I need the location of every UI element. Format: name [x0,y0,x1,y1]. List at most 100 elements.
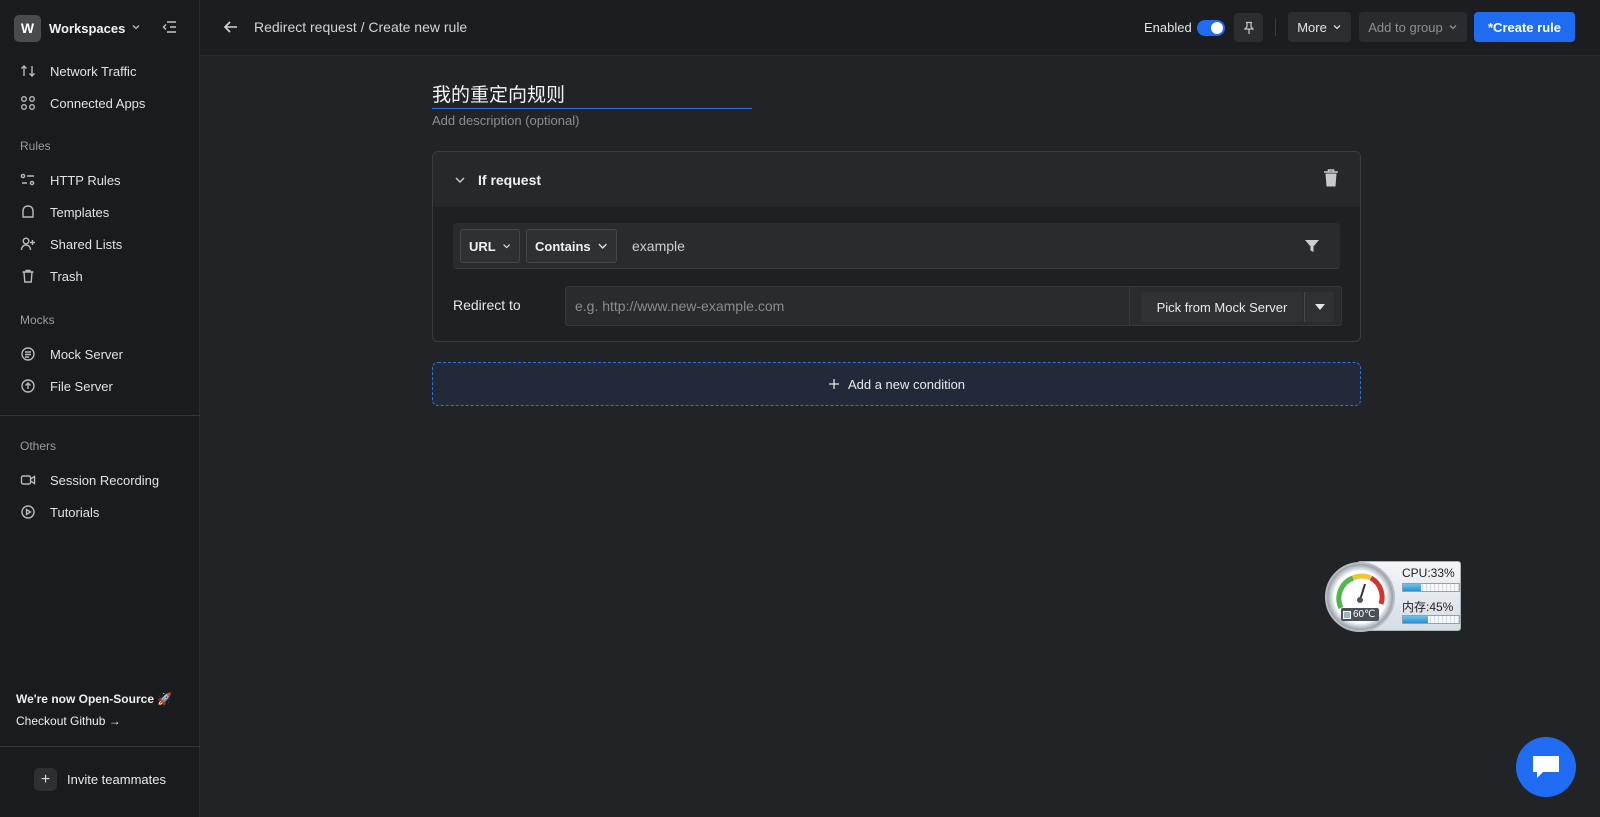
sidebar-item-tutorials[interactable]: Tutorials [20,501,99,523]
condition-card-header[interactable]: If request [433,152,1360,207]
sidebar-divider [0,415,200,416]
redirect-label: Redirect to [453,297,521,313]
plus-icon: + [34,768,57,791]
sidebar-item-label: Mock Server [50,346,123,362]
memory-bar-fill [1403,616,1429,623]
caret-down-icon [1314,304,1325,310]
breadcrumb: Redirect request / Create new rule [254,19,468,35]
templates-icon [22,205,34,218]
sidebar-item-label: Trash [50,268,83,284]
match-operator-select[interactable]: Contains [526,229,617,263]
chip-icon [1343,610,1351,619]
user-plus-icon [20,237,35,251]
invite-teammates-button[interactable]: + Invite teammates [34,768,166,791]
rule-description-input[interactable]: Add description (optional) [432,113,579,128]
add-to-group-button[interactable]: Add to group [1359,12,1467,42]
sidebar-item-shared-lists[interactable]: Shared Lists [20,233,122,255]
sidebar-item-connected-apps[interactable]: Connected Apps [20,92,145,114]
sidebar-item-label: File Server [50,378,113,394]
section-title-mocks: Mocks [20,313,55,327]
section-title-rules: Rules [20,139,51,153]
redirect-url-input[interactable]: e.g. http://www.new-example.com [565,286,1130,326]
condition-card: If request URL Contains example Redirect… [432,151,1361,342]
chevron-down-icon [1333,25,1341,30]
workspace-switcher[interactable]: W Workspaces [14,14,141,42]
temperature-label: 60℃ [1353,609,1376,620]
cpu-bar-fill [1403,584,1422,591]
enabled-label: Enabled [1144,20,1192,35]
invite-label: Invite teammates [67,772,166,787]
condition-title: If request [478,172,542,188]
plus-icon [828,379,839,389]
match-field-value: URL [469,238,496,254]
chevron-down-icon[interactable] [453,173,467,187]
cpu-bar [1402,583,1460,592]
sidebar-item-label: Connected Apps [50,95,146,111]
sidebar-item-http-rules[interactable]: HTTP Rules [20,169,121,191]
rule-name-input[interactable]: 我的重定向规则 [432,80,752,109]
pin-button[interactable] [1234,13,1263,42]
sidebar-item-label: Shared Lists [50,236,123,252]
play-icon [21,505,35,519]
condition-row: URL Contains example [453,223,1340,269]
more-label: More [1297,19,1327,35]
system-monitor-widget[interactable]: CPU:33% 内存:45% 60℃ [1325,561,1461,633]
sidebar-item-session-recording[interactable]: Session Recording [20,469,159,491]
apps-grid-icon [21,96,35,110]
sidebar-item-file-server[interactable]: File Server [20,375,113,397]
sidebar-item-label: Templates [50,204,110,220]
create-rule-button[interactable]: *Create rule [1474,12,1575,42]
gauge-icon [1325,562,1395,632]
upload-icon [21,379,35,393]
match-operator-value: Contains [535,238,591,254]
sidebar-item-network-traffic[interactable]: Network Traffic [20,60,136,82]
temperature-badge: 60℃ [1341,608,1379,621]
back-arrow-icon[interactable] [222,18,240,36]
more-button[interactable]: More [1288,12,1351,42]
filter-icon[interactable] [1304,238,1320,254]
sidebar-item-label: Network Traffic [50,63,137,79]
sidebar: W Workspaces Network Traffic Connected A… [0,0,200,817]
pick-mock-group: Pick from Mock Server [1130,286,1342,326]
rules-icon [20,173,35,186]
add-condition-button[interactable]: Add a new condition [432,362,1361,406]
topbar: Redirect request / Create new rule Enabl… [200,0,1600,56]
sidebar-divider-bottom [0,746,200,747]
sidebar-item-templates[interactable]: Templates [20,201,109,223]
pin-icon [1243,21,1254,34]
toggle-knob [1211,22,1223,34]
pick-from-mock-server-button[interactable]: Pick from Mock Server [1141,292,1303,322]
chevron-down-icon [1449,25,1457,30]
mock-server-icon [21,347,35,361]
pick-mock-dropdown-button[interactable] [1304,292,1334,322]
memory-label: 内存:45% [1402,600,1454,614]
sidebar-item-label: Tutorials [50,504,100,520]
sidebar-item-label: HTTP Rules [50,172,121,188]
memory-bar [1402,615,1460,624]
topbar-separator [1275,18,1276,36]
enabled-toggle[interactable] [1197,20,1225,36]
sidebar-item-trash[interactable]: Trash [20,265,83,287]
video-icon [20,475,36,485]
section-title-others: Others [20,439,57,453]
add-condition-label: Add a new condition [847,376,966,392]
chat-bubble-icon [1533,756,1559,778]
github-link[interactable]: Checkout Github → [16,714,121,728]
trash-icon [22,269,34,283]
chevron-down-icon [131,22,141,35]
match-value-input[interactable]: example [632,238,685,254]
match-field-select[interactable]: URL [460,229,520,263]
cpu-label: CPU:33% [1402,566,1455,580]
sidebar-item-label: Session Recording [50,472,160,488]
sidebar-item-mock-server[interactable]: Mock Server [20,343,123,365]
workspace-avatar: W [14,14,41,42]
chat-support-button[interactable] [1516,737,1576,797]
add-to-group-label: Add to group [1368,19,1443,35]
open-source-banner: We're now Open-Source 🚀 [16,692,173,706]
trash-icon[interactable] [1322,168,1340,188]
workspace-label: Workspaces [49,20,126,36]
chevron-down-icon [502,244,510,249]
chevron-down-icon [598,243,607,249]
arrows-up-down-icon [21,65,35,77]
collapse-sidebar-icon[interactable] [162,19,178,35]
